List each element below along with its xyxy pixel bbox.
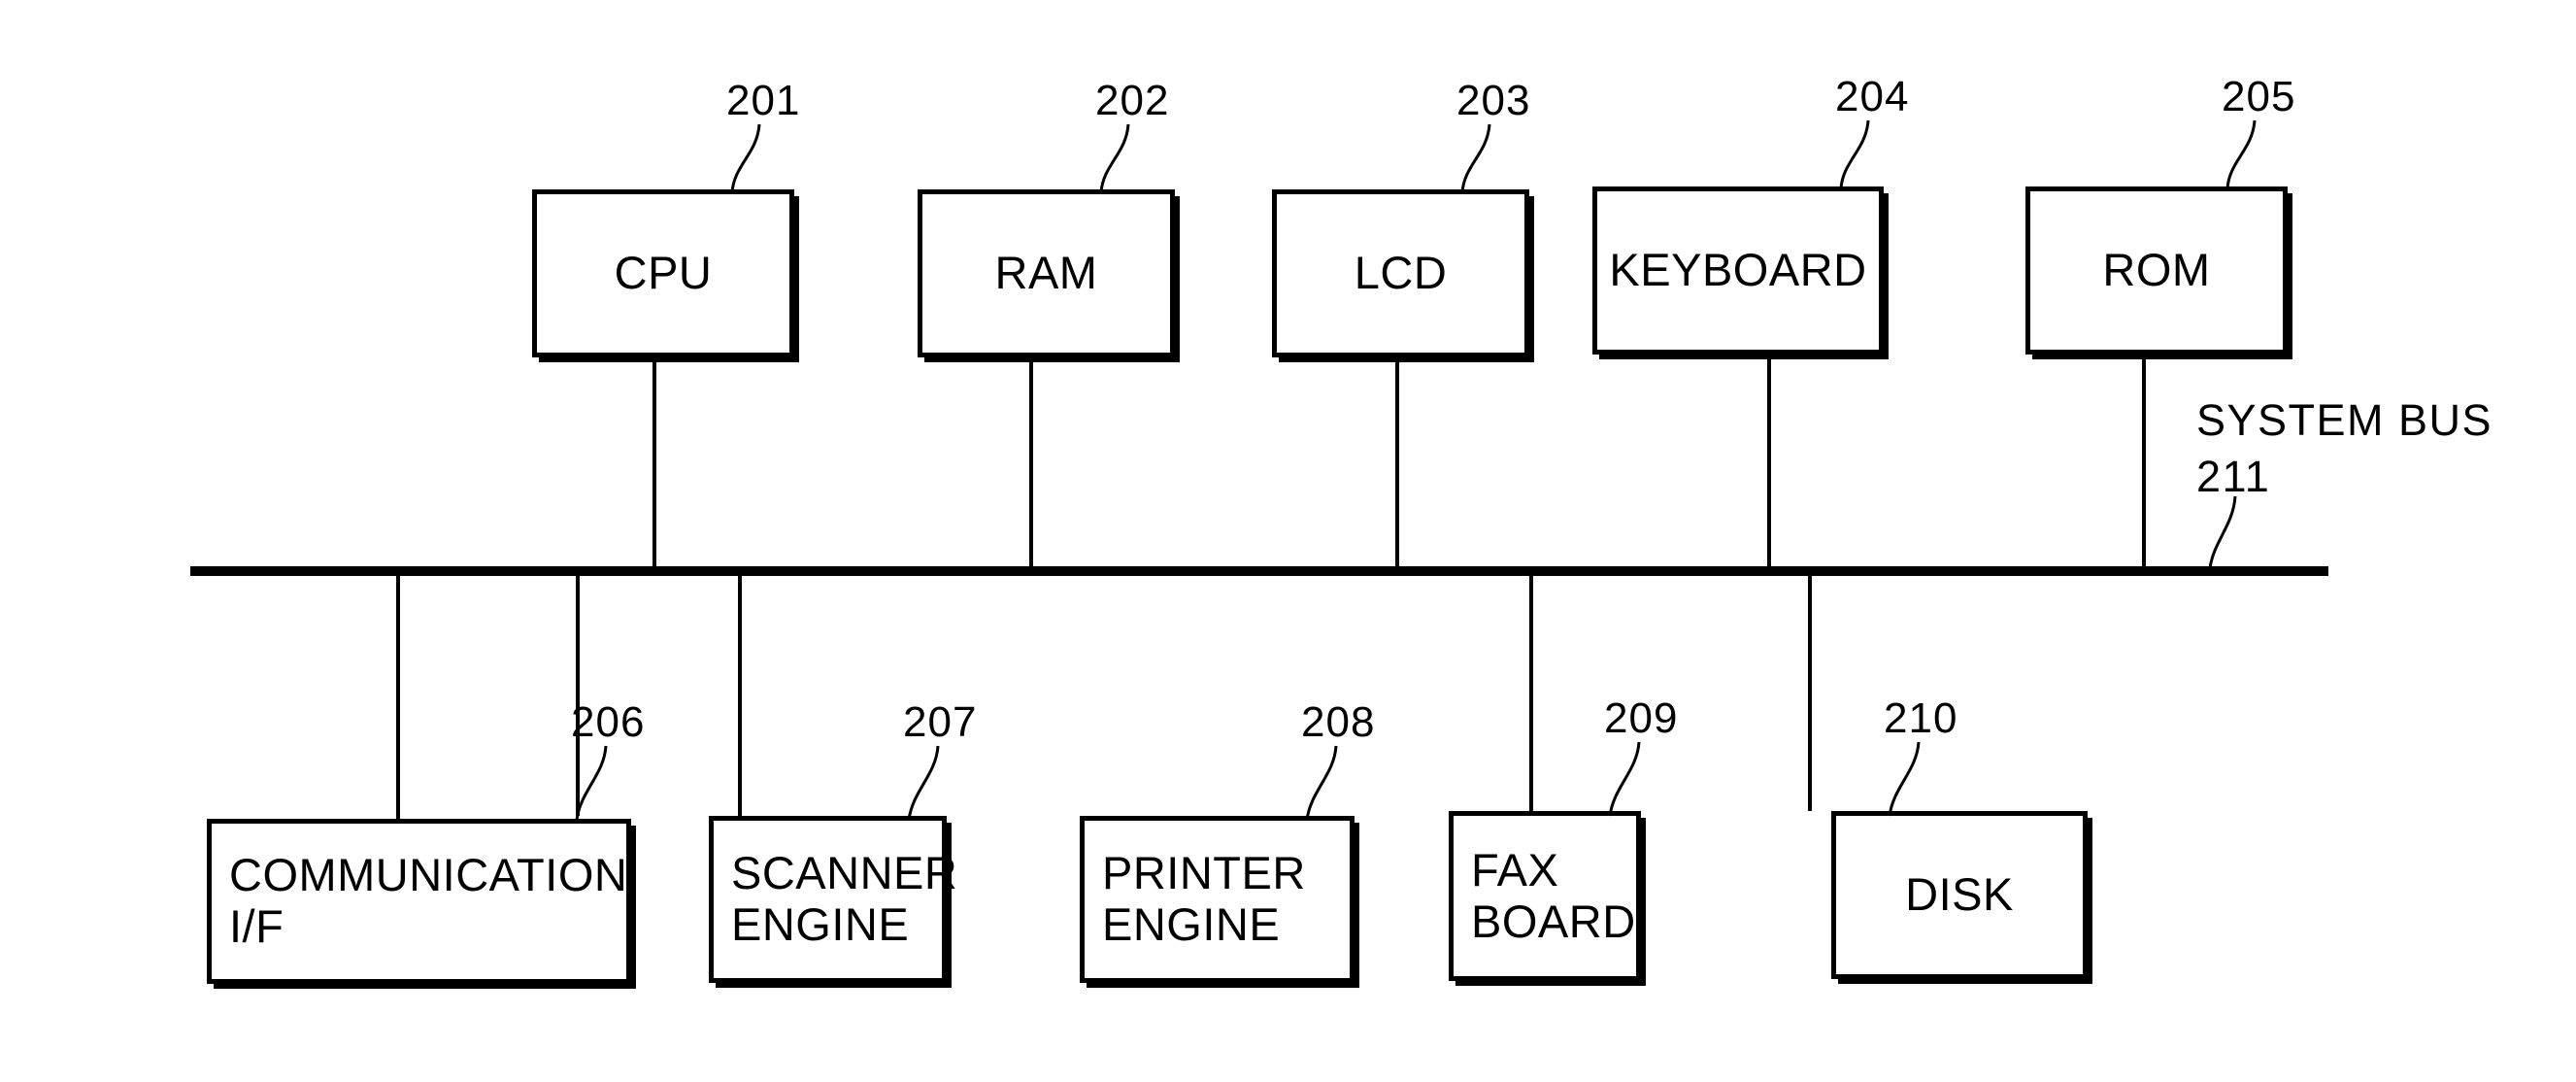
wire-bus-to-fax-board bbox=[1529, 575, 1533, 811]
ref-numeral-205: 205 bbox=[2222, 73, 2296, 120]
system-bus-caption-line1: SYSTEM BUS bbox=[2196, 395, 2493, 445]
block-rom-label: ROM bbox=[2102, 244, 2211, 296]
wire-bus-to-communication-if bbox=[396, 575, 400, 819]
block-printer-engine-label: PRINTER ENGINE bbox=[1102, 847, 1306, 950]
block-rom: ROM bbox=[2025, 186, 2288, 355]
system-bus-line bbox=[190, 566, 2328, 576]
ref-numeral-206: 206 bbox=[571, 698, 646, 746]
wire-cpu-to-bus bbox=[652, 357, 656, 573]
wire-bus-to-scanner-engine bbox=[576, 575, 580, 816]
leader-line-206 bbox=[575, 745, 608, 821]
block-printer-engine: PRINTER ENGINE bbox=[1080, 816, 1355, 983]
wire-lcd-to-bus bbox=[1395, 357, 1399, 573]
block-disk: DISK bbox=[1831, 811, 2088, 979]
ref-numeral-208: 208 bbox=[1301, 698, 1376, 746]
wire-ram-to-bus bbox=[1029, 357, 1033, 573]
block-ram: RAM bbox=[918, 189, 1175, 357]
block-communication-if: COMMUNICATION I/F bbox=[207, 819, 631, 984]
ref-numeral-202: 202 bbox=[1095, 77, 1170, 124]
block-cpu: CPU bbox=[532, 189, 794, 357]
block-lcd-label: LCD bbox=[1354, 247, 1448, 299]
ref-numeral-210: 210 bbox=[1884, 694, 1958, 742]
leader-line-211 bbox=[2208, 495, 2237, 569]
ref-numeral-203: 203 bbox=[1456, 77, 1531, 124]
wire-keyboard-to-bus bbox=[1767, 355, 1771, 573]
block-fax-board: FAX BOARD bbox=[1449, 811, 1641, 981]
wire-bus-to-disk bbox=[1808, 575, 1812, 811]
block-cpu-label: CPU bbox=[614, 247, 713, 299]
block-ram-label: RAM bbox=[994, 247, 1098, 299]
block-disk-label: DISK bbox=[1905, 868, 2014, 921]
ref-numeral-204: 204 bbox=[1835, 73, 1910, 120]
ref-numeral-201: 201 bbox=[726, 77, 801, 124]
system-bus-caption-line2: 211 bbox=[2196, 452, 2271, 501]
ref-numeral-207: 207 bbox=[903, 698, 978, 746]
wire-bus-to-printer-engine bbox=[738, 575, 742, 816]
block-communication-if-label: COMMUNICATION I/F bbox=[229, 849, 628, 952]
block-scanner-engine: SCANNER ENGINE bbox=[709, 816, 957, 983]
block-keyboard-label: KEYBOARD bbox=[1609, 244, 1867, 296]
block-lcd: LCD bbox=[1272, 189, 1529, 357]
block-fax-board-label: FAX BOARD bbox=[1471, 843, 1636, 947]
wire-rom-to-bus bbox=[2142, 355, 2146, 573]
ref-numeral-209: 209 bbox=[1604, 694, 1679, 742]
block-scanner-engine-label: SCANNER ENGINE bbox=[731, 847, 958, 950]
patent-figure-canvas: CPU RAM LCD KEYBOARD ROM COMMUNICATION I… bbox=[0, 0, 2576, 1082]
block-keyboard: KEYBOARD bbox=[1592, 186, 1884, 355]
